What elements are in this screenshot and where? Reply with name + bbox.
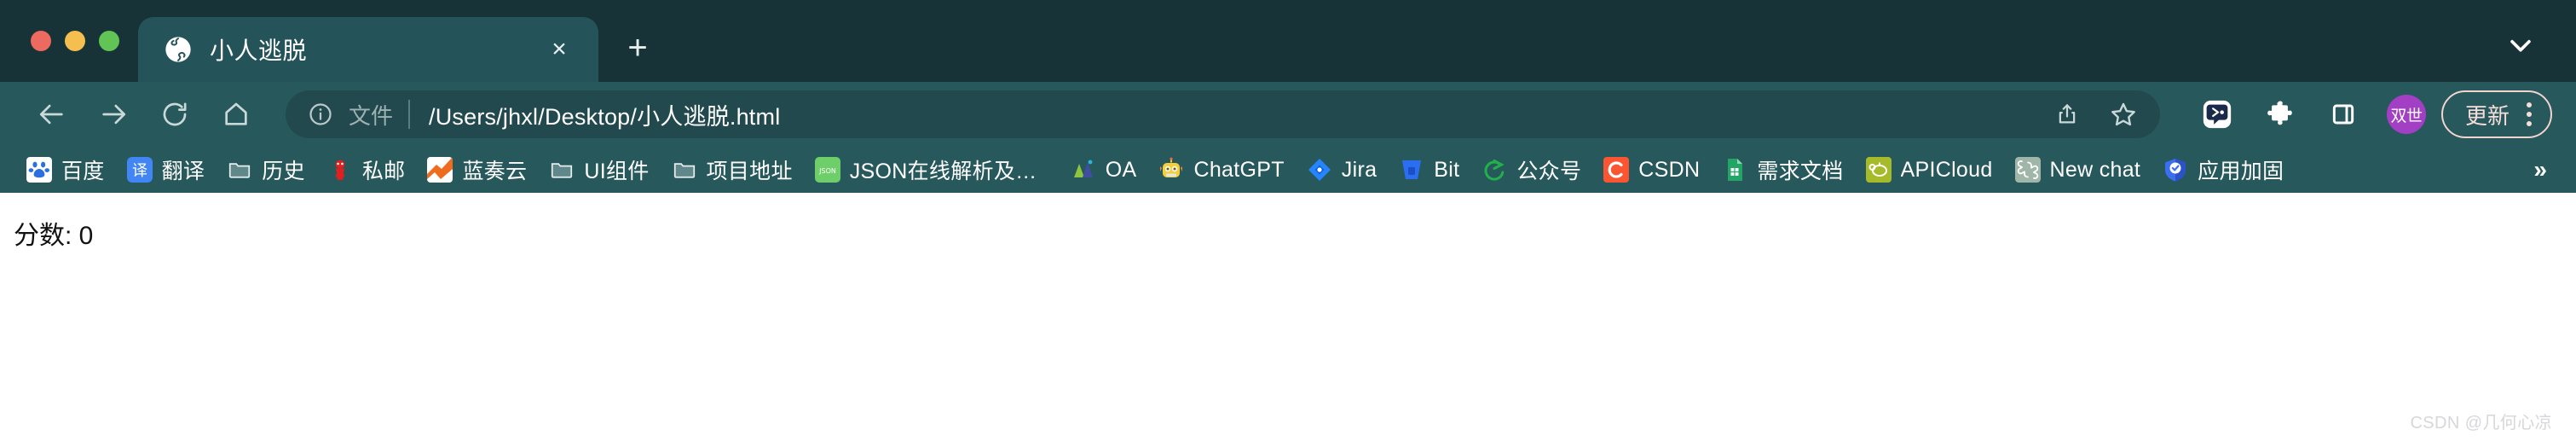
url-text[interactable]: /Users/jhxl/Desktop/小人逃脱.html bbox=[429, 98, 2039, 131]
bookmark-history-folder[interactable]: 历史 bbox=[216, 148, 316, 191]
bookmark-label: New chat bbox=[2049, 157, 2141, 182]
address-bar[interactable]: 文件 /Users/jhxl/Desktop/小人逃脱.html bbox=[286, 90, 2160, 138]
window-controls bbox=[0, 0, 138, 82]
folder-icon bbox=[549, 157, 575, 183]
bit-icon bbox=[1399, 157, 1424, 183]
bookmark-label: 项目地址 bbox=[706, 160, 793, 183]
bookmark-apicloud[interactable]: APICloud bbox=[1855, 151, 2004, 189]
maximize-window-button[interactable] bbox=[99, 31, 119, 51]
baidu-icon bbox=[26, 157, 52, 183]
bookmark-label: 历史 bbox=[262, 160, 305, 183]
dev-extension-icon[interactable] bbox=[2194, 91, 2240, 137]
bookmark-label: UI组件 bbox=[584, 160, 650, 183]
chevron-down-icon[interactable] bbox=[2496, 20, 2545, 70]
forward-button[interactable] bbox=[89, 90, 138, 139]
watermark: CSDN @几何心凉 bbox=[2410, 414, 2552, 432]
puzzle-icon[interactable] bbox=[2257, 91, 2303, 137]
new-tab-button[interactable]: + bbox=[614, 24, 661, 72]
bookmark-label: Jira bbox=[1341, 157, 1378, 182]
bookmark-label: APICloud bbox=[1900, 157, 1993, 182]
star-icon[interactable] bbox=[2100, 91, 2146, 137]
apicloud-icon bbox=[1865, 157, 1892, 183]
omnibox-actions bbox=[2039, 91, 2151, 137]
json-icon: JSON bbox=[814, 157, 840, 183]
page-content: 分数: 0 CSDN @几何心凉 bbox=[0, 193, 2576, 447]
bookmark-label: 百度 bbox=[61, 160, 105, 183]
csdn-icon bbox=[1603, 157, 1630, 183]
bookmark-csdn[interactable]: CSDN bbox=[1592, 151, 1711, 189]
bookmark-label: CSDN bbox=[1638, 157, 1701, 182]
tab-strip: 小人逃脱 × + bbox=[0, 0, 2576, 82]
bookmark-label: 蓝奏云 bbox=[462, 160, 528, 183]
bookmark-chatgpt[interactable]: ChatGPT bbox=[1147, 151, 1295, 189]
openai-icon bbox=[2014, 157, 2041, 183]
url-scheme-label: 文件 bbox=[349, 102, 394, 129]
bookmark-bit[interactable]: Bit bbox=[1388, 151, 1470, 189]
minimize-window-button[interactable] bbox=[65, 31, 85, 51]
robot-icon bbox=[1158, 157, 1184, 183]
bookmark-private-mail[interactable]: 私邮 bbox=[316, 148, 417, 191]
home-button[interactable] bbox=[211, 90, 261, 139]
bookmark-label: ChatGPT bbox=[1193, 157, 1285, 182]
bookmarks-overflow-button[interactable]: » bbox=[2518, 153, 2562, 187]
translate-icon: 译 bbox=[126, 157, 153, 183]
mail-icon bbox=[327, 157, 353, 183]
reload-button[interactable] bbox=[150, 90, 199, 139]
bookmark-translate[interactable]: 译 翻译 bbox=[116, 148, 217, 191]
side-panel-icon[interactable] bbox=[2320, 91, 2366, 137]
bookmark-label: OA bbox=[1105, 157, 1137, 182]
update-button-label: 更新 bbox=[2464, 102, 2510, 129]
bookmark-project-address-folder[interactable]: 项目地址 bbox=[661, 148, 804, 191]
bookmark-ui-components-folder[interactable]: UI组件 bbox=[538, 148, 660, 191]
bookmark-wechat-official[interactable]: 公众号 bbox=[1470, 148, 1592, 191]
bookmark-json-parser[interactable]: JSON JSON在线解析及格... bbox=[804, 148, 1060, 191]
bookmark-label: 应用加固 bbox=[2198, 160, 2284, 183]
share-icon[interactable] bbox=[2044, 91, 2090, 137]
svg-text:JSON: JSON bbox=[818, 167, 836, 175]
bookmark-label: 公众号 bbox=[1516, 160, 1582, 183]
sheets-icon bbox=[1722, 157, 1747, 183]
svg-text:译: 译 bbox=[132, 162, 147, 180]
back-button[interactable] bbox=[27, 90, 77, 139]
globe-icon bbox=[164, 35, 193, 64]
close-window-button[interactable] bbox=[31, 31, 51, 51]
bookmark-app-hardening[interactable]: 应用加固 bbox=[2151, 148, 2295, 191]
info-circle-icon[interactable] bbox=[306, 100, 335, 129]
bookmark-new-chat[interactable]: New chat bbox=[2004, 151, 2152, 189]
jira-icon bbox=[1307, 157, 1332, 183]
bookmark-label: 翻译 bbox=[161, 160, 205, 183]
bookmark-requirements-doc[interactable]: 需求文档 bbox=[1711, 148, 1854, 191]
score-label: 分数: 0 bbox=[14, 222, 94, 250]
browser-toolbar: 文件 /Users/jhxl/Desktop/小人逃脱.html 双世 更新 bbox=[0, 82, 2576, 147]
bookmark-oa[interactable]: OA bbox=[1060, 151, 1148, 189]
chrome-menu-icon[interactable] bbox=[2521, 102, 2537, 126]
bookmark-lanzou[interactable]: 蓝奏云 bbox=[416, 148, 538, 191]
bookmark-jira[interactable]: Jira bbox=[1296, 151, 1388, 189]
bookmarks-bar: 百度 译 翻译 历史 私邮 蓝奏云 UI组件 项目地址 JSON JSON在线解… bbox=[0, 147, 2576, 193]
bookmark-label: 需求文档 bbox=[1757, 160, 1844, 183]
omnibox-divider bbox=[408, 100, 411, 129]
bookmark-label: 私邮 bbox=[361, 160, 406, 183]
avatar[interactable]: 双世 bbox=[2386, 95, 2426, 134]
folder-icon bbox=[672, 157, 697, 183]
lanzou-icon bbox=[427, 157, 453, 183]
bookmark-label: Bit bbox=[1434, 157, 1460, 182]
folder-icon bbox=[227, 157, 252, 183]
update-button[interactable]: 更新 bbox=[2440, 90, 2552, 138]
oa-icon bbox=[1071, 157, 1096, 183]
tab-active[interactable]: 小人逃脱 × bbox=[138, 17, 598, 82]
wechat-icon bbox=[1481, 157, 1507, 183]
bookmark-baidu[interactable]: 百度 bbox=[15, 148, 116, 191]
bookmark-label: JSON在线解析及格... bbox=[849, 160, 1048, 183]
tab-title: 小人逃脱 bbox=[210, 38, 308, 64]
close-tab-button[interactable]: × bbox=[542, 32, 576, 67]
shield-icon bbox=[2163, 157, 2188, 183]
